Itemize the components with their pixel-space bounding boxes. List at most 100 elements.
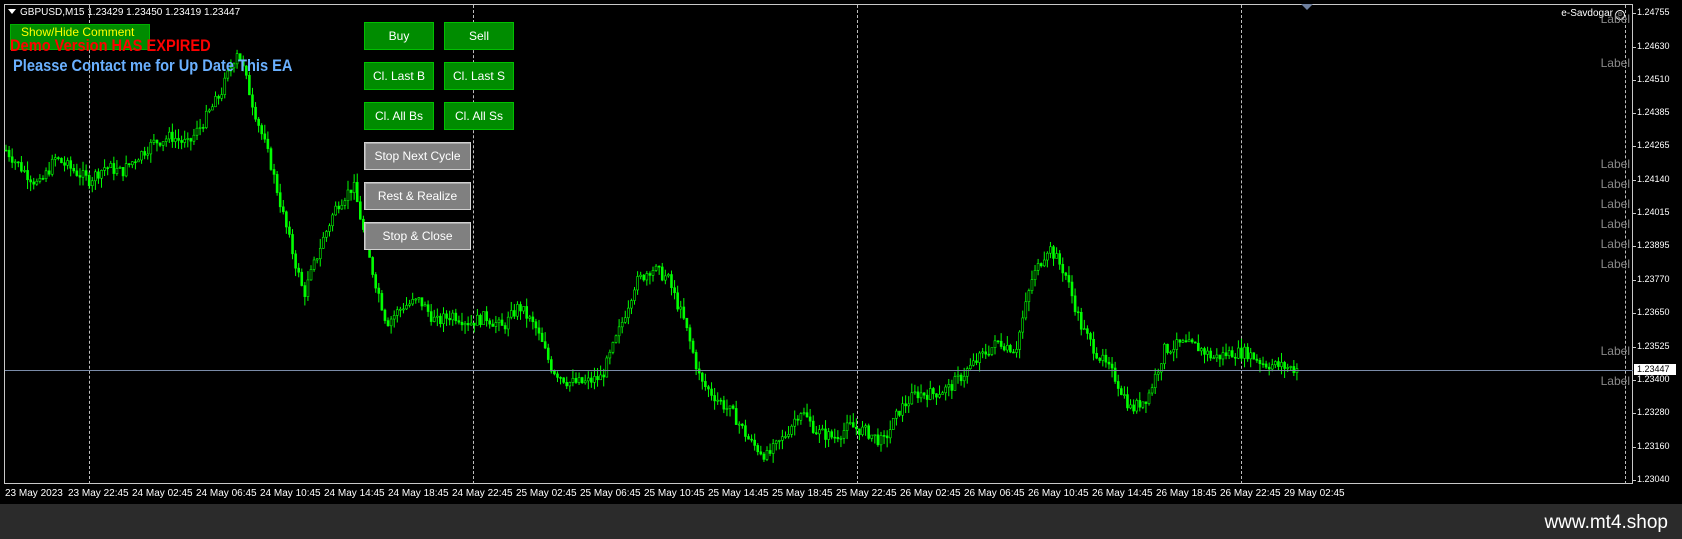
candle-body — [479, 314, 482, 325]
candle-body — [1163, 343, 1166, 365]
candle-body — [328, 225, 331, 232]
candle-body — [20, 162, 23, 172]
candle-body — [978, 352, 981, 363]
stop-close-button[interactable]: Stop & Close — [364, 222, 471, 250]
candle-body — [553, 370, 556, 375]
close-all-sells-button[interactable]: Cl. All Ss — [444, 102, 514, 130]
candle-body — [1129, 404, 1132, 409]
price-tick: 1.23525 — [1632, 341, 1670, 351]
rest-realize-button[interactable]: Rest & Realize — [364, 182, 471, 210]
candle-body — [223, 77, 227, 95]
candle-body — [962, 375, 966, 382]
candle-body — [127, 163, 131, 166]
candle-body — [1166, 343, 1169, 353]
candle-body — [23, 170, 26, 172]
candle-body — [1267, 366, 1271, 370]
close-last-buy-button[interactable]: Cl. Last B — [364, 62, 434, 90]
buy-button[interactable]: Buy — [364, 22, 434, 50]
candle-body — [17, 161, 20, 164]
candle-body — [1138, 400, 1142, 408]
candle-body — [285, 211, 288, 228]
candle-body — [654, 265, 658, 271]
candle-body — [728, 405, 732, 409]
candle-body — [72, 168, 76, 172]
candle-body — [784, 436, 787, 438]
candle-body — [938, 394, 941, 398]
candle-body — [645, 273, 649, 281]
candle-body — [69, 160, 72, 169]
candle-body — [1258, 360, 1262, 364]
candle-body — [201, 127, 205, 129]
candle-body — [208, 109, 211, 112]
candle-body — [873, 434, 877, 437]
candle-body — [885, 435, 889, 439]
chart-label: Label — [1600, 157, 1630, 171]
candle-body — [1006, 345, 1009, 351]
price-tick: 1.23400 — [1632, 374, 1670, 384]
candle-body — [466, 323, 470, 326]
candle-body — [325, 231, 328, 238]
candle-body — [1061, 263, 1065, 274]
candle-body — [32, 181, 36, 185]
candle-body — [947, 384, 951, 388]
candle-body — [596, 376, 599, 381]
time-tick: 23 May 22:45 — [68, 488, 129, 499]
candle-body — [614, 335, 618, 343]
time-tick: 26 May 10:45 — [1028, 488, 1089, 499]
candle-body — [756, 445, 760, 453]
dropdown-triangle-icon[interactable] — [8, 9, 16, 14]
candle-body — [469, 322, 473, 326]
candle-body — [47, 170, 51, 175]
candle-body — [402, 308, 405, 311]
candle-body — [633, 289, 636, 301]
candle-body — [134, 161, 137, 164]
candle-body — [97, 171, 100, 179]
price-axis[interactable]: 1.24755 1.24630 1.24510 1.24385 1.24265 … — [1632, 0, 1682, 504]
candle-body — [429, 311, 433, 322]
candle-body — [1052, 246, 1055, 259]
candle-body — [1289, 366, 1293, 368]
candle-body — [57, 157, 60, 159]
close-last-sell-button[interactable]: Cl. Last S — [444, 62, 514, 90]
candle-body — [1076, 311, 1080, 314]
candle-body — [722, 400, 726, 410]
candle-body — [1280, 362, 1283, 367]
candle-body — [842, 430, 846, 439]
candle-body — [664, 275, 667, 281]
candle-body — [882, 435, 886, 437]
candle-body — [901, 403, 904, 416]
chart-label: Label — [1600, 177, 1630, 191]
chart-shift-marker-icon[interactable] — [1301, 4, 1313, 10]
candle-body — [1144, 401, 1148, 404]
candle-body — [941, 392, 944, 395]
candle-body — [916, 391, 920, 399]
candle-body — [432, 316, 436, 322]
chart-window[interactable]: GBPUSD,M15 1.23429 1.23450 1.23419 1.234… — [0, 0, 1682, 504]
candle-body — [171, 131, 174, 142]
candle-body — [491, 323, 495, 327]
candle-body — [420, 297, 424, 307]
time-tick: 26 May 22:45 — [1220, 488, 1281, 499]
candle-body — [1092, 338, 1095, 354]
expired-message: Demo Version HAS EXPIRED — [10, 36, 211, 55]
candle-body — [482, 311, 485, 325]
candle-body — [744, 425, 747, 437]
candle-body — [774, 440, 778, 444]
time-tick: 25 May 06:45 — [580, 488, 641, 499]
candle-body — [1227, 350, 1231, 357]
candle-body — [704, 381, 707, 388]
candle-body — [716, 399, 720, 402]
time-axis[interactable]: 23 May 2023 23 May 22:45 24 May 02:45 24… — [0, 484, 1682, 504]
candle-body — [919, 392, 923, 399]
candle-body — [1132, 404, 1135, 412]
candle-body — [1049, 246, 1052, 254]
sell-button[interactable]: Sell — [444, 22, 514, 50]
candle-body — [355, 182, 359, 203]
candle-body — [568, 382, 572, 387]
candle-body — [1064, 272, 1068, 276]
candle-body — [922, 392, 926, 396]
price-tick: 1.23160 — [1632, 441, 1670, 451]
close-all-buys-button[interactable]: Cl. All Bs — [364, 102, 434, 130]
candle-body — [861, 426, 864, 435]
stop-next-cycle-button[interactable]: Stop Next Cycle — [364, 142, 471, 170]
